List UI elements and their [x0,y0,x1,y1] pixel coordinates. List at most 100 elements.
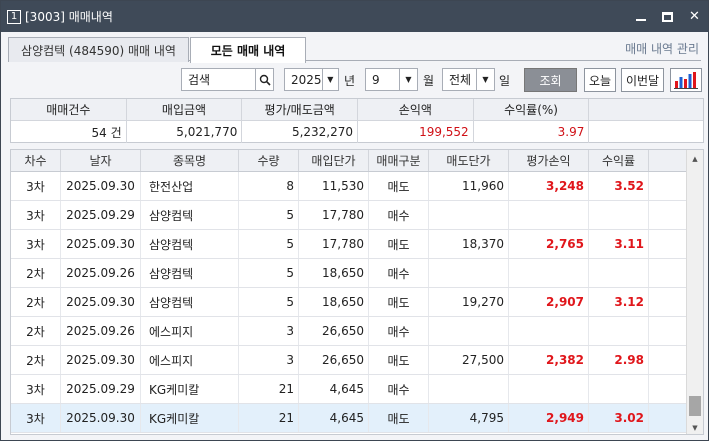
trade-grid[interactable]: 차수 날자 종목명 수량 매입단가 매매구분 매도단가 평가손익 수익률 3차 2025.09.3… [10,149,704,435]
summary-header: 평가/매도금액 [242,99,359,120]
year-select[interactable]: 2025 ▼ [284,68,339,91]
cell-buy-price: 18,650 [299,259,369,287]
column-header-return-rate[interactable]: 수익률 [589,150,649,171]
day-select[interactable]: 전체 ▼ [442,68,495,91]
table-row[interactable]: 3차 2025.09.30 KG케미칼 21 4,645 매도 4,795 2,949 3.02 [11,404,703,433]
cell-quantity: 5 [239,288,299,316]
month-label: 월 [423,74,435,88]
summary-table: 매매건수 매입금액 평가/매도금액 손익액 수익률(%) 54 건 5,021,… [10,98,704,143]
column-header-sell-price[interactable]: 매도단가 [429,150,509,171]
table-row[interactable]: 2차 2025.09.26 에스피지 3 26,650 매수 [11,317,703,346]
column-header-quantity[interactable]: 수량 [239,150,299,171]
query-button[interactable]: 조회 [524,68,577,92]
close-icon: ✕ [689,9,700,24]
table-row[interactable]: 2차 2025.09.30 삼양컴텍 5 18,650 매도 19,270 2,907 3.12 [11,288,703,317]
scroll-thumb[interactable] [689,396,701,416]
cell-quantity: 21 [239,404,299,432]
cell-trade-type: 매수 [369,375,429,403]
cell-trade-type: 매수 [369,201,429,229]
table-row[interactable]: 3차 2025.09.30 한전산업 8 11,530 매도 11,960 3,248 3.52 [11,172,703,201]
cell-date: 2025.09.26 [61,259,141,287]
scroll-up-icon[interactable]: ▲ [687,150,703,167]
cell-trade-type: 매수 [369,259,429,287]
chevron-down-icon: ▼ [399,69,417,90]
tab-bar: 삼양컴텍 (484590) 매매 내역 모든 매매 내역 매매 내역 관리 [8,37,701,63]
cell-buy-price: 4,645 [299,404,369,432]
cell-eval-profit [509,317,589,345]
cell-date: 2025.09.30 [61,230,141,258]
vertical-scrollbar[interactable]: ▲ ▼ [686,150,703,434]
cell-stock-name: KG케미칼 [141,404,239,432]
search-icon[interactable] [255,69,273,90]
cell-return-rate [589,259,649,287]
summary-buy-amount: 5,021,770 [127,121,243,143]
cell-eval-profit [509,375,589,403]
month-value: 9 [372,72,380,87]
cell-date: 2025.09.30 [61,346,141,374]
day-label: 일 [499,74,511,88]
table-row[interactable]: 3차 2025.09.30 삼양컴텍 5 17,780 매도 18,370 2,765 3.11 [11,230,703,259]
cell-date: 2025.09.29 [61,375,141,403]
cell-sell-price [429,259,509,287]
cell-date: 2025.09.29 [61,201,141,229]
cell-round: 3차 [11,201,61,229]
cell-stock-name: 삼양컴텍 [141,288,239,316]
minimize-button[interactable] [627,1,654,32]
cell-stock-name: 삼양컴텍 [141,201,239,229]
cell-eval-profit: 2,765 [509,230,589,258]
cell-stock-name: 한전산업 [141,172,239,200]
table-row[interactable]: 2차 2025.09.26 삼양컴텍 5 18,650 매수 [11,259,703,288]
search-input[interactable]: 검색 [182,71,255,88]
manage-history-link[interactable]: 매매 내역 관리 [625,40,699,57]
cell-quantity: 3 [239,317,299,345]
maximize-button[interactable] [654,1,681,32]
grid-header: 차수 날자 종목명 수량 매입단가 매매구분 매도단가 평가손익 수익률 [11,150,703,172]
cell-round: 3차 [11,172,61,200]
cell-date: 2025.09.30 [61,288,141,316]
close-button[interactable]: ✕ [681,1,708,32]
cell-trade-type: 매도 [369,230,429,258]
day-value: 전체 [449,73,472,87]
table-row[interactable]: 3차 2025.09.29 삼양컴텍 5 17,780 매수 [11,201,703,230]
maximize-icon [662,11,673,22]
this-month-button[interactable]: 이번달 [621,68,664,92]
title-bar[interactable]: 1 [3003] 매매내역 ✕ [1,1,708,32]
column-header-date[interactable]: 날자 [61,150,141,171]
cell-trade-type: 매도 [369,172,429,200]
cell-quantity: 5 [239,230,299,258]
cell-buy-price: 11,530 [299,172,369,200]
column-header-buy-price[interactable]: 매입단가 [299,150,369,171]
cell-return-rate: 3.12 [589,288,649,316]
table-row[interactable]: 2차 2025.09.30 에스피지 3 26,650 매도 27,500 2,382 2.98 [11,346,703,375]
window-number: 1 [7,9,21,24]
search-field[interactable]: 검색 [181,68,274,91]
cell-eval-profit: 2,907 [509,288,589,316]
year-value: 2025 [291,72,322,87]
tab-all-trades[interactable]: 모든 매매 내역 [190,37,306,63]
cell-stock-name: 삼양컴텍 [141,259,239,287]
cell-return-rate: 2.98 [589,346,649,374]
summary-header: 손익액 [358,99,474,120]
scroll-down-icon[interactable]: ▼ [687,419,703,434]
cell-eval-profit: 2,382 [509,346,589,374]
cell-sell-price [429,317,509,345]
month-select[interactable]: 9 ▼ [365,68,418,91]
cell-buy-price: 18,650 [299,288,369,316]
window-title: [3003] 매매내역 [25,10,113,24]
tab-single-stock[interactable]: 삼양컴텍 (484590) 매매 내역 [8,37,189,62]
cell-quantity: 5 [239,201,299,229]
table-row[interactable]: 3차 2025.09.29 KG케미칼 21 4,645 매수 [11,375,703,404]
cell-sell-price: 11,960 [429,172,509,200]
today-button[interactable]: 오늘 [584,68,616,92]
column-header-round[interactable]: 차수 [11,150,61,171]
column-header-eval-profit[interactable]: 평가손익 [509,150,589,171]
column-header-trade-type[interactable]: 매매구분 [369,150,429,171]
cell-trade-type: 매도 [369,346,429,374]
cell-sell-price [429,375,509,403]
column-header-stock-name[interactable]: 종목명 [141,150,239,171]
chart-button[interactable] [670,68,702,92]
cell-stock-name: 삼양컴텍 [141,230,239,258]
cell-round: 2차 [11,317,61,345]
cell-buy-price: 17,780 [299,201,369,229]
cell-eval-profit: 3,248 [509,172,589,200]
